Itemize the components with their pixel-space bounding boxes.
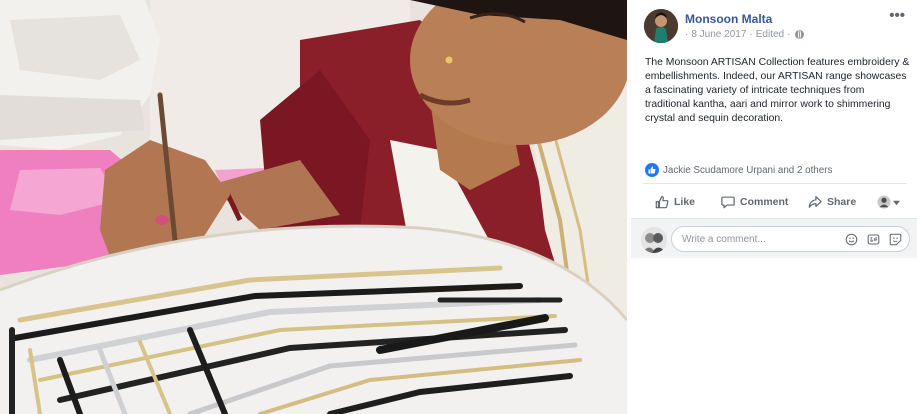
user-avatar bbox=[641, 227, 667, 253]
more-options-icon[interactable]: ••• bbox=[889, 8, 905, 23]
post-header: Monsoon Malta · 8 June 2017 · Edited · •… bbox=[631, 8, 917, 48]
like-button[interactable]: Like bbox=[655, 188, 695, 216]
share-label: Share bbox=[827, 196, 857, 208]
edited-label[interactable]: Edited bbox=[756, 29, 784, 40]
like-icon bbox=[645, 163, 659, 177]
thumbs-up-icon bbox=[655, 195, 669, 209]
comment-input-box[interactable] bbox=[671, 226, 910, 252]
profile-thumbnail-icon bbox=[877, 195, 891, 209]
post-meta: · 8 June 2017 · Edited · bbox=[685, 29, 805, 40]
emoji-icon[interactable] bbox=[845, 233, 858, 246]
chevron-down-icon bbox=[893, 200, 900, 205]
meta-separator: · bbox=[685, 29, 689, 40]
post-photo[interactable] bbox=[0, 0, 627, 414]
reactions-text: Jackie Scudamore Urpani and 2 others bbox=[663, 164, 833, 176]
divider bbox=[643, 183, 907, 184]
action-bar: Like Comment Share bbox=[643, 188, 909, 216]
avatar-image-icon bbox=[644, 9, 678, 43]
user-avatar-icon bbox=[641, 227, 667, 253]
reaction-selector-button[interactable] bbox=[877, 188, 900, 216]
post-body-text: The Monsoon ARTISAN Collection features … bbox=[645, 57, 910, 124]
comment-icon bbox=[721, 196, 735, 209]
page-name-link[interactable]: Monsoon Malta bbox=[685, 12, 772, 26]
gif-icon[interactable] bbox=[867, 233, 880, 246]
comment-label: Comment bbox=[740, 196, 789, 208]
meta-separator: · bbox=[787, 29, 791, 40]
comment-input[interactable] bbox=[682, 231, 832, 247]
meta-separator: · bbox=[749, 29, 753, 40]
page-avatar[interactable] bbox=[644, 9, 678, 43]
globe-icon bbox=[795, 30, 805, 39]
share-button[interactable]: Share bbox=[808, 188, 856, 216]
comment-composer bbox=[631, 218, 917, 258]
share-arrow-icon bbox=[808, 196, 822, 208]
reactions-summary[interactable]: Jackie Scudamore Urpani and 2 others bbox=[645, 163, 832, 177]
embroidery-photo bbox=[0, 0, 627, 414]
like-label: Like bbox=[674, 196, 696, 208]
thumbs-up-icon bbox=[648, 166, 656, 174]
comment-button[interactable]: Comment bbox=[721, 188, 788, 216]
post-date[interactable]: 8 June 2017 bbox=[691, 29, 746, 40]
post-panel: Monsoon Malta · 8 June 2017 · Edited · •… bbox=[631, 0, 917, 414]
sticker-icon[interactable] bbox=[889, 233, 902, 246]
